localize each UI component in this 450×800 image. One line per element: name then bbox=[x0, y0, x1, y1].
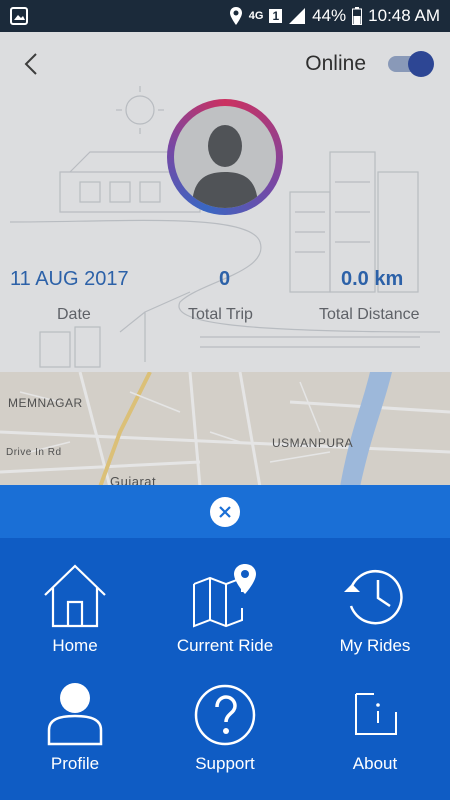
menu-item-home[interactable]: Home bbox=[0, 562, 150, 680]
avatar-placeholder-icon bbox=[174, 106, 276, 208]
network-type: 4G bbox=[248, 10, 264, 22]
close-icon bbox=[219, 506, 231, 518]
driver-header: Online 11 AUG 2017 Date 0 Total Trip 0.0… bbox=[0, 32, 450, 372]
map-pin-icon bbox=[193, 564, 256, 628]
battery-icon bbox=[352, 7, 363, 25]
battery-percent: 44% bbox=[312, 6, 347, 25]
total-distance-label: Total Distance bbox=[319, 306, 420, 323]
menu-item-support[interactable]: Support bbox=[150, 680, 300, 798]
menu-item-about[interactable]: About bbox=[300, 680, 450, 798]
clock: 10:48 AM bbox=[368, 6, 440, 25]
menu-item-label: Current Ride bbox=[176, 636, 274, 655]
status-bar: 4G 1 44% 10:48 AM bbox=[0, 0, 450, 32]
info-icon bbox=[355, 693, 397, 735]
history-icon bbox=[344, 569, 403, 625]
menu-item-my-rides[interactable]: My Rides bbox=[300, 562, 450, 680]
map-view[interactable]: MEMNAGAR USMANPURA Drive In Rd Gujarat bbox=[0, 372, 450, 487]
total-trip-label: Total Trip bbox=[188, 306, 253, 323]
profile-icon bbox=[47, 683, 103, 746]
map-roads bbox=[0, 372, 450, 487]
help-icon bbox=[194, 684, 256, 746]
menu-item-label: Home bbox=[52, 636, 98, 655]
date-label: Date bbox=[57, 306, 91, 323]
avatar[interactable] bbox=[167, 99, 283, 215]
menu-sheet: Home Current Ride My Rides Profile Suppo… bbox=[0, 538, 450, 800]
total-distance-value: 0.0 km bbox=[341, 268, 404, 290]
sim-indicator: 1 bbox=[269, 9, 283, 23]
home-icon bbox=[44, 564, 106, 628]
menu-item-profile[interactable]: Profile bbox=[0, 680, 150, 798]
menu-item-label: About bbox=[352, 754, 398, 773]
menu-sheet-header bbox=[0, 485, 450, 538]
date-value: 11 AUG 2017 bbox=[10, 268, 129, 290]
back-arrow-icon[interactable] bbox=[18, 50, 46, 78]
menu-item-current-ride[interactable]: Current Ride bbox=[150, 562, 300, 680]
map-label-memnagar: MEMNAGAR bbox=[8, 396, 83, 410]
total-trip-value: 0 bbox=[219, 268, 231, 290]
menu-item-label: Support bbox=[195, 754, 255, 773]
map-label-drive-in-rd: Drive In Rd bbox=[6, 447, 62, 458]
gallery-icon bbox=[10, 7, 28, 25]
online-label: Online bbox=[305, 52, 366, 75]
signal-icon bbox=[288, 7, 306, 25]
close-menu-button[interactable] bbox=[210, 497, 240, 527]
online-toggle[interactable] bbox=[386, 50, 434, 77]
menu-item-label: Profile bbox=[50, 754, 100, 773]
toggle-knob bbox=[408, 51, 434, 77]
location-icon bbox=[229, 6, 243, 26]
map-label-usmanpura: USMANPURA bbox=[272, 436, 354, 450]
menu-item-label: My Rides bbox=[339, 636, 411, 655]
